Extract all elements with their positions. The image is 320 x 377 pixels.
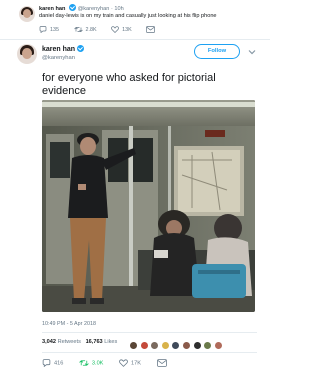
liker-avatar[interactable] [213,341,223,350]
likes-stat[interactable]: 16,763 Likes [86,339,118,345]
dm-icon [146,26,156,33]
retweet-icon [73,27,83,32]
tweet-timestamp[interactable]: 10:49 PM - 5 Apr 2018 [42,321,96,327]
like-button[interactable]: 17K [119,359,141,367]
quoted-retweet-count: 2.8K [85,26,97,33]
quoted-retweet-button[interactable]: 2.8K [73,26,97,33]
quoted-time[interactable]: 10h [114,6,123,12]
quoted-text: daniel day-lewis is on my train and casu… [39,13,217,19]
liker-avatar[interactable] [129,341,138,350]
liker-avatars [129,337,224,350]
reply-icon [42,359,51,368]
liker-avatar[interactable] [181,341,191,350]
quoted-header: karen han @karenyhan · 10h [39,4,124,12]
quoted-dm-button[interactable] [146,26,158,33]
likes-count: 16,763 [85,339,103,345]
liker-avatar[interactable] [171,341,181,350]
like-icon [119,359,128,367]
retweet-button[interactable]: 3.0K [79,359,104,367]
divider [42,352,257,353]
liker-avatar[interactable] [150,341,160,350]
chevron-down-icon[interactable] [248,48,256,56]
quoted-handle[interactable]: @karenyhan [78,6,110,12]
liker-avatar[interactable] [139,341,149,350]
liker-avatar[interactable] [203,341,213,350]
retweet-icon [79,360,89,366]
liker-avatar[interactable] [160,341,170,350]
tweet-stats: 3,042 Retweets 16,763 Likes [42,339,117,345]
author-avatar[interactable] [17,44,37,64]
quoted-tweet[interactable]: karen han @karenyhan · 10h daniel day-le… [0,0,270,40]
subway-photo-illustration [42,100,255,312]
tweet-photo[interactable] [42,100,255,312]
divider [0,39,270,40]
verified-badge-icon [69,4,76,11]
dm-icon [156,359,167,367]
quoted-reply-button[interactable]: 135 [39,26,59,34]
quoted-like-count: 13K [122,26,132,33]
quoted-like-button[interactable]: 13K [111,26,132,33]
separator-dot: · [110,6,113,12]
verified-badge-icon [77,45,85,52]
liker-avatar[interactable] [192,341,202,350]
reply-icon [39,26,47,34]
retweets-stat[interactable]: 3,042 Retweets [42,339,81,345]
retweets-count: 3,042 [42,339,56,345]
author-name[interactable]: karen han [42,46,75,53]
author-name-row[interactable]: karen han [42,45,85,53]
tweet-actions: 416 3.0K 17K [42,359,184,368]
quoted-reply-count: 135 [50,26,59,33]
author-handle[interactable]: @karenyhan [42,55,75,61]
tweet-text: for everyone who asked for pictorial evi… [42,72,216,97]
quoted-avatar[interactable] [19,6,35,22]
reply-count: 416 [54,360,64,367]
dm-button[interactable] [156,359,170,367]
quoted-author-name[interactable]: karen han [39,6,65,12]
reply-button[interactable]: 416 [42,359,64,368]
quoted-actions: 135 2.8K 13K [39,26,171,34]
like-icon [111,26,119,33]
retweet-count: 3.0K [91,360,104,367]
like-count: 17K [130,360,141,367]
follow-button[interactable]: Follow [194,44,240,59]
retweets-label: Retweets [57,339,81,345]
divider [42,332,257,333]
likes-label: Likes [104,339,118,345]
